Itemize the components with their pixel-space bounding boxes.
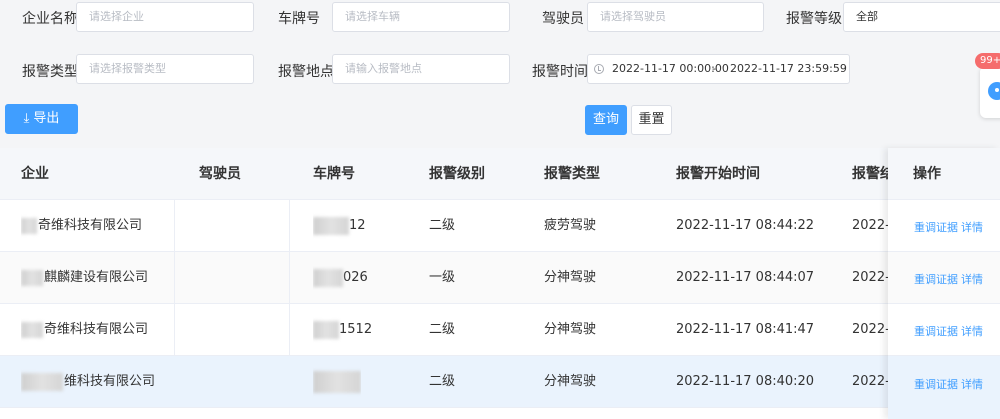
cell-type: 分神驾驶	[544, 322, 597, 337]
driver-label: 驾驶员	[542, 11, 584, 27]
clock-icon	[594, 64, 604, 74]
redacted-block	[21, 372, 63, 391]
redacted-block	[313, 320, 339, 339]
export-button[interactable]: ⤓ 导出	[5, 104, 78, 134]
cell-plate: 026	[313, 252, 368, 304]
table-row[interactable]: 奇维科技有限公司 1512 二级 分神驾驶 2022-11-17 08:41:4…	[0, 304, 1000, 356]
cell-start-time: 2022-11-17 08:44:22	[676, 218, 815, 233]
alarm-type-label: 报警类型	[22, 64, 78, 80]
location-label: 报警地点	[278, 64, 334, 80]
cell-type: 疲劳驾驶	[544, 218, 597, 233]
export-button-label: 导出	[33, 111, 60, 126]
cell-plate: 1512	[313, 304, 372, 356]
alarm-query-page: 企业名称 请选择企业 车牌号 请选择车辆 驾驶员 请选择驾驶员 报警等级 全部 …	[0, 0, 1000, 419]
cell-level: 一级	[429, 270, 456, 285]
time-separator: -	[712, 62, 716, 75]
cell-company: 维科技有限公司	[21, 356, 155, 408]
cell-start-time: 2022-11-17 08:44:07	[676, 270, 815, 285]
redacted-block	[313, 370, 361, 393]
cell-end-time: 2022-1	[852, 270, 888, 285]
table-row[interactable]: 麒麟建设有限公司 026 一级 分神驾驶 2022-11-17 08:44:07…	[0, 252, 1000, 304]
detail-link[interactable]: 详情	[961, 271, 983, 287]
cell-end-time: 2022-1	[852, 374, 888, 389]
col-actions: 操作	[913, 166, 941, 182]
redacted-block	[21, 217, 37, 234]
level-label: 报警等级	[786, 11, 842, 27]
recall-evidence-link[interactable]: 重调证据	[914, 323, 958, 339]
col-driver: 驾驶员	[199, 166, 241, 182]
cell-end-time: 2022-1	[852, 218, 888, 233]
floating-notification-widget[interactable]	[980, 66, 1000, 118]
col-start-time: 报警开始时间	[676, 166, 760, 182]
company-label: 企业名称	[22, 11, 78, 27]
alarm-table: 企业 驾驶员 车牌号 报警级别 报警类型 报警开始时间 报警结 奇维科技有限公司…	[0, 148, 1000, 419]
recall-evidence-link[interactable]: 重调证据	[914, 376, 958, 392]
table-row[interactable]: 维科技有限公司 二级 分神驾驶 2022-11-17 08:40:20 2022…	[0, 356, 1000, 408]
redacted-block	[313, 216, 349, 235]
redacted-block	[21, 269, 43, 286]
query-button[interactable]: 查询	[585, 105, 627, 135]
time-range-picker[interactable]: 2022-11-17 00:00:00 - 2022-11-17 23:59:5…	[587, 54, 850, 84]
recall-evidence-link[interactable]: 重调证据	[914, 271, 958, 287]
col-type: 报警类型	[544, 166, 600, 182]
cell-level: 二级	[429, 218, 456, 233]
recall-evidence-link[interactable]: 重调证据	[914, 219, 958, 235]
download-icon: ⤓	[23, 111, 30, 126]
driver-select[interactable]: 请选择驾驶员	[587, 2, 764, 32]
company-select[interactable]: 请选择企业	[76, 2, 254, 32]
redacted-block	[313, 268, 343, 287]
level-select[interactable]: 全部	[843, 2, 1000, 32]
cell-type: 分神驾驶	[544, 270, 597, 285]
col-company: 企业	[21, 166, 49, 182]
alarm-type-select[interactable]: 请选择报警类型	[76, 54, 254, 84]
cell-level: 二级	[429, 374, 456, 389]
detail-link[interactable]: 详情	[961, 376, 983, 392]
cell-company: 麒麟建设有限公司	[21, 252, 148, 304]
redacted-block	[21, 321, 43, 338]
cell-plate	[313, 356, 361, 408]
cell-plate: 12	[313, 200, 366, 252]
plate-select[interactable]: 请选择车辆	[332, 2, 510, 32]
time-end: 2022-11-17 23:59:59	[730, 62, 847, 75]
reset-button[interactable]: 重置	[631, 105, 672, 135]
cell-type: 分神驾驶	[544, 374, 597, 389]
cell-end-time: 2022-1	[852, 322, 888, 337]
cell-start-time: 2022-11-17 08:41:47	[676, 322, 815, 337]
col-plate: 车牌号	[313, 166, 355, 182]
action-column: 操作 重调证据 详情 重调证据 详情 重调证据 详情 重调证据 详情	[888, 148, 1000, 419]
cell-company: 奇维科技有限公司	[21, 200, 142, 252]
table-row[interactable]: 奇维科技有限公司 12 二级 疲劳驾驶 2022-11-17 08:44:22 …	[0, 200, 1000, 252]
time-label: 报警时间	[532, 64, 588, 80]
cell-start-time: 2022-11-17 08:40:20	[676, 374, 815, 389]
table-header: 企业 驾驶员 车牌号 报警级别 报警类型 报警开始时间 报警结	[0, 148, 1000, 200]
detail-link[interactable]: 详情	[961, 323, 983, 339]
col-level: 报警级别	[429, 166, 485, 182]
cell-company: 奇维科技有限公司	[21, 304, 148, 356]
notification-icon	[988, 82, 1000, 100]
cell-level: 二级	[429, 322, 456, 337]
notification-badge: 99+	[975, 53, 1000, 69]
detail-link[interactable]: 详情	[961, 219, 983, 235]
plate-label: 车牌号	[278, 11, 320, 27]
location-input[interactable]: 请输入报警地点	[332, 54, 510, 84]
